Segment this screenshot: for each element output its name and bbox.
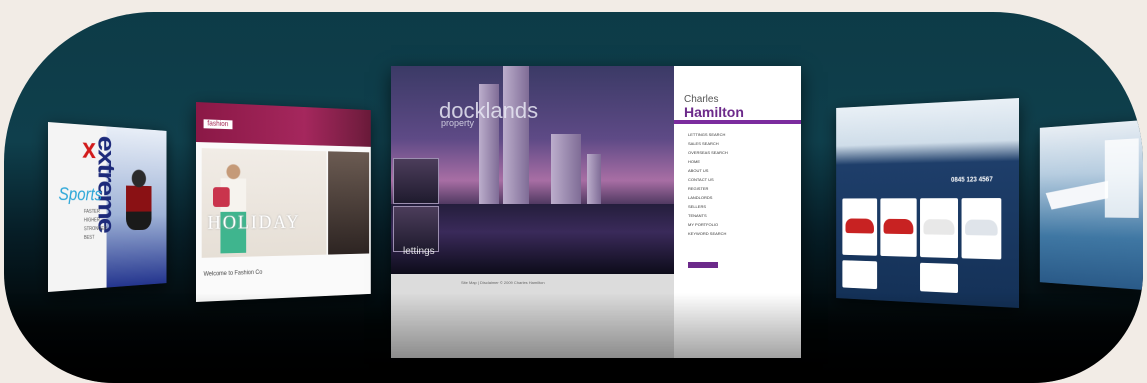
- tower-image: [551, 134, 581, 204]
- sports-menu-item[interactable]: BEST: [84, 234, 107, 243]
- sports-wordmark: Sports: [58, 184, 102, 205]
- nav-item[interactable]: Landlords: [688, 193, 728, 202]
- docklands-footer: Site Map | Disclaimer © 2009 Charles Ham…: [461, 280, 545, 285]
- car-listing-tile[interactable]: [842, 260, 878, 290]
- brand-divider: [674, 120, 801, 124]
- docklands-nav: Lettings Search Sales Search Overseas Se…: [688, 130, 728, 238]
- nav-item[interactable]: Sellers: [688, 202, 728, 211]
- ship-search-form[interactable]: [1104, 138, 1139, 218]
- car-image: [845, 218, 874, 234]
- car-listing-tile[interactable]: [961, 198, 1002, 260]
- brand-line2: Hamilton: [684, 104, 744, 120]
- nav-item[interactable]: Tenants: [688, 211, 728, 220]
- ship-image: [1046, 181, 1108, 210]
- website-card-docklands[interactable]: docklands property lettings Charles Hami…: [391, 66, 801, 358]
- website-card-ship[interactable]: [1039, 120, 1143, 290]
- fashion-side-panel: [328, 151, 370, 255]
- nav-item[interactable]: About Us: [688, 166, 728, 175]
- fashion-hero-text: HOLIDAY: [207, 211, 301, 234]
- search-button[interactable]: [688, 262, 718, 268]
- sports-menu: FASTER HIGHER STRONGER BEST: [84, 208, 107, 243]
- handbag-image: [212, 187, 230, 207]
- nav-item[interactable]: Register: [688, 184, 728, 193]
- tower-image: [587, 154, 601, 204]
- thumbnail-1[interactable]: [393, 158, 439, 204]
- lettings-label: lettings: [403, 246, 435, 257]
- website-card-sports[interactable]: extreme x Sports FASTER HIGHER STRONGER …: [48, 122, 167, 292]
- car-listing-tile[interactable]: [842, 198, 878, 256]
- car-image: [923, 219, 955, 235]
- sports-menu-item[interactable]: HIGHER: [84, 216, 107, 225]
- car-listing-tile[interactable]: [920, 262, 959, 294]
- nav-item[interactable]: Contact Us: [688, 175, 728, 184]
- car-listing-tile[interactable]: [920, 198, 959, 259]
- nav-item[interactable]: Sales Search: [688, 139, 728, 148]
- docklands-subheadline: property: [441, 118, 475, 128]
- website-card-cars[interactable]: 0845 123 4567: [836, 98, 1019, 308]
- car-image: [965, 219, 998, 236]
- cars-phone[interactable]: 0845 123 4567: [951, 176, 993, 183]
- car-listing-tile[interactable]: [880, 198, 917, 257]
- showcase-frame: extreme x Sports FASTER HIGHER STRONGER …: [4, 12, 1143, 383]
- sports-x-logo: x: [82, 132, 96, 165]
- nav-item[interactable]: Home: [688, 157, 728, 166]
- nav-item[interactable]: My Portfolio: [688, 220, 728, 229]
- website-card-fashion[interactable]: fashion HOLIDAY Welcome to Fashion Co: [196, 102, 371, 302]
- fashion-welcome-text: Welcome to Fashion Co: [203, 269, 263, 278]
- sports-menu-item[interactable]: STRONGER: [84, 225, 107, 234]
- fashion-logo[interactable]: fashion: [203, 119, 233, 130]
- snowboarder-image: [126, 165, 152, 231]
- tower-image: [503, 66, 529, 204]
- nav-item[interactable]: Keyword Search: [688, 229, 728, 238]
- nav-item[interactable]: Lettings Search: [688, 130, 728, 139]
- model-image: [220, 162, 247, 254]
- docklands-sidebar: Charles Hamilton Lettings Search Sales S…: [674, 66, 801, 358]
- car-image: [883, 218, 914, 235]
- nav-item[interactable]: Overseas Search: [688, 148, 728, 157]
- docklands-photo: docklands property lettings: [391, 66, 674, 274]
- sports-menu-item[interactable]: FASTER: [84, 208, 107, 217]
